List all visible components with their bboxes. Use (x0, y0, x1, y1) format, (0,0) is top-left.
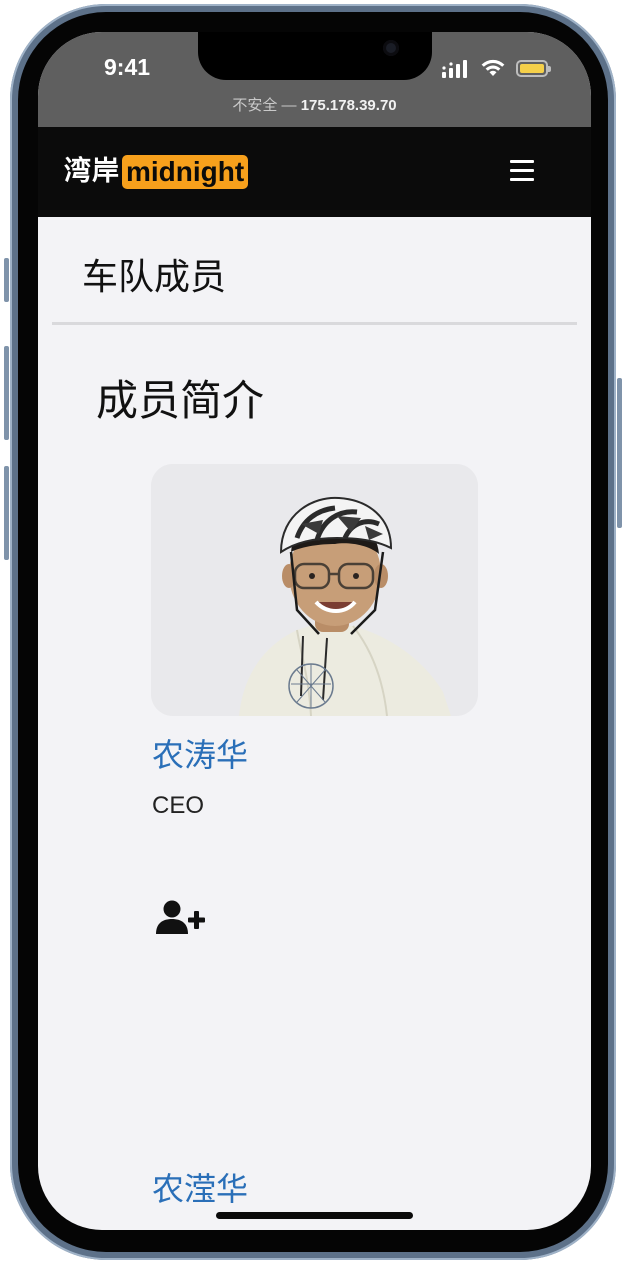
section-title: 成员简介 (96, 376, 265, 425)
power-button (617, 378, 622, 528)
member-photo (151, 464, 478, 716)
heading-divider (52, 322, 577, 325)
url-security-label: 不安全 — (232, 97, 301, 114)
notch (198, 32, 432, 80)
add-user-icon[interactable] (154, 900, 210, 936)
mute-switch (4, 258, 9, 302)
brand-name-chinese: 湾岸 (64, 156, 120, 187)
brand-logo[interactable]: 湾岸 midnight (64, 155, 249, 189)
member-name-link-2[interactable]: 农滢华 (152, 1164, 248, 1210)
battery-icon (516, 60, 551, 77)
member-name-link[interactable]: 农涛华 (152, 730, 248, 776)
url-host: 175.178.39.70 (300, 97, 397, 114)
cellular-signal-icon (442, 60, 467, 78)
phone-screen: 9:41 不安全 — 175.178.39.70 湾岸 midnight 车队成… (38, 32, 591, 1230)
member-role-2: 车队成员 (152, 1224, 240, 1230)
volume-up-button (4, 346, 9, 440)
home-indicator (216, 1212, 413, 1219)
address-bar[interactable]: 不安全 — 175.178.39.70 (38, 94, 591, 115)
hamburger-menu-icon[interactable] (510, 160, 534, 187)
brand-name-badge: midnight (122, 155, 249, 189)
wifi-icon (481, 59, 505, 76)
member-portrait-image (151, 464, 478, 716)
site-navbar: 湾岸 midnight (38, 127, 591, 217)
volume-down-button (4, 466, 9, 560)
status-time: 9:41 (104, 54, 151, 80)
member-role: CEO (152, 792, 205, 819)
page-title: 车队成员 (82, 257, 227, 298)
status-bar: 9:41 不安全 — 175.178.39.70 (38, 32, 591, 127)
front-camera (383, 40, 399, 56)
